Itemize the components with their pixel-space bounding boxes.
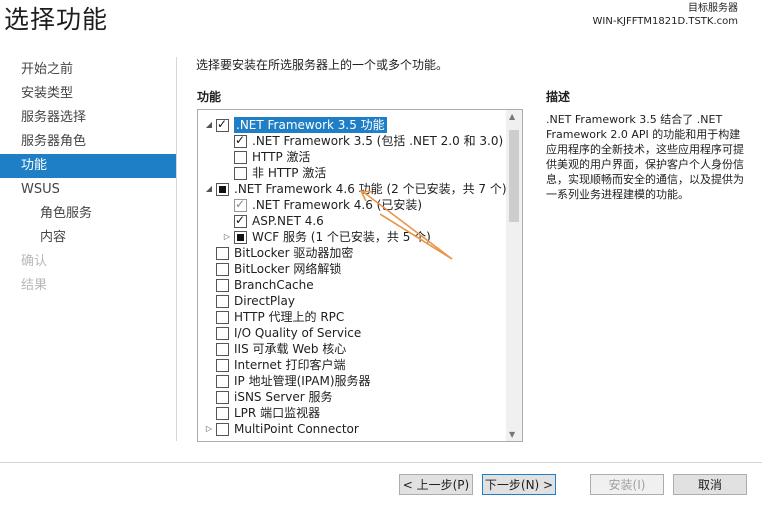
expanded-arrow-icon[interactable]: ◢ <box>202 117 216 133</box>
feature-row[interactable]: BitLocker 网络解锁 <box>202 261 341 277</box>
scroll-down-icon[interactable]: ▼ <box>509 430 515 439</box>
feature-label: Internet 打印客户端 <box>234 358 346 372</box>
features-heading: 功能 <box>197 90 222 104</box>
feature-checkbox[interactable] <box>216 326 229 340</box>
feature-row[interactable]: .NET Framework 4.6 (已安装) <box>220 196 423 213</box>
nav-item-role-services[interactable]: 角色服务 <box>0 202 176 226</box>
feature-label: HTTP 代理上的 RPC <box>234 310 345 324</box>
cancel-button[interactable]: 取消 <box>673 474 747 495</box>
feature-checkbox[interactable] <box>216 278 229 292</box>
feature-row[interactable]: BranchCache <box>202 277 314 293</box>
feature-label: BranchCache <box>234 278 314 292</box>
feature-checkbox[interactable] <box>216 342 229 356</box>
nav-item-server-roles[interactable]: 服务器角色 <box>0 130 176 154</box>
nav-item-wsus[interactable]: WSUS <box>0 178 176 202</box>
feature-label: LPR 端口监视器 <box>234 406 321 420</box>
scrollbar-thumb[interactable] <box>509 130 519 222</box>
feature-checkbox[interactable] <box>234 132 247 148</box>
feature-label: HTTP 激活 <box>252 150 311 164</box>
install-button[interactable]: 安装(I) <box>590 474 664 495</box>
feature-label: .NET Framework 4.6 (已安装) <box>252 198 423 212</box>
nav-item-results: 结果 <box>21 278 48 293</box>
feature-checkbox[interactable] <box>234 166 247 180</box>
nav-item-content[interactable]: 内容 <box>0 226 176 250</box>
feature-checkbox[interactable] <box>216 358 229 372</box>
feature-row[interactable]: IIS 可承载 Web 核心 <box>202 341 346 357</box>
feature-row[interactable]: I/O Quality of Service <box>202 325 361 341</box>
wizard-nav: 开始之前 安装类型 服务器选择 服务器角色 功能 WSUS 角色服务 内容 确认… <box>0 58 176 298</box>
prev-button[interactable]: < 上一步(P) <box>399 474 473 495</box>
feature-checkbox[interactable] <box>216 374 229 388</box>
feature-row[interactable]: 非 HTTP 激活 <box>220 165 326 181</box>
description-heading: 描述 <box>546 90 571 104</box>
feature-label: BitLocker 网络解锁 <box>234 262 342 276</box>
nav-item-server-selection[interactable]: 服务器选择 <box>0 106 176 130</box>
feature-label: ASP.NET 4.6 <box>252 214 324 228</box>
feature-checkbox[interactable] <box>216 310 229 324</box>
feature-checkbox[interactable] <box>234 150 247 164</box>
nav-item-installation-type[interactable]: 安装类型 <box>0 82 176 106</box>
feature-label: I/O Quality of Service <box>234 326 362 340</box>
feature-row[interactable]: BitLocker 驱动器加密 <box>202 245 353 261</box>
feature-row[interactable]: Internet 打印客户端 <box>202 357 345 373</box>
feature-checkbox[interactable] <box>216 246 229 260</box>
destination-server: 目标服务器 WIN-KJFFTM1821D.TSTK.com <box>593 2 738 28</box>
feature-label: BitLocker 驱动器加密 <box>234 246 354 260</box>
feature-checkbox[interactable] <box>234 230 247 244</box>
nav-item-before-you-begin[interactable]: 开始之前 <box>0 58 176 82</box>
next-button[interactable]: 下一步(N) > <box>482 474 556 495</box>
scroll-up-icon[interactable]: ▲ <box>509 112 515 121</box>
feature-description: .NET Framework 3.5 结合了 .NET Framework 2.… <box>546 113 744 201</box>
nav-item-confirmation: 确认 <box>21 254 48 269</box>
feature-checkbox[interactable] <box>234 196 247 212</box>
feature-row[interactable]: ◢ .NET Framework 3.5 功能 <box>202 116 387 133</box>
feature-row[interactable]: ASP.NET 4.6 <box>220 212 324 229</box>
feature-row[interactable]: .NET Framework 3.5 (包括 .NET 2.0 和 3.0) <box>220 132 504 149</box>
feature-label: .NET Framework 4.6 功能 (2 个已安装，共 7 个) <box>234 182 507 196</box>
features-scrollbar[interactable]: ▲ ▼ <box>506 110 522 441</box>
feature-row[interactable]: DirectPlay <box>202 293 295 309</box>
feature-label: 非 HTTP 激活 <box>252 166 327 180</box>
feature-label: WCF 服务 (1 个已安装，共 5 个) <box>252 230 431 244</box>
feature-label: MultiPoint Connector <box>234 422 359 436</box>
destination-server-name: WIN-KJFFTM1821D.TSTK.com <box>592 16 738 27</box>
feature-checkbox[interactable] <box>216 406 229 420</box>
feature-row[interactable]: ◢ .NET Framework 4.6 功能 (2 个已安装，共 7 个) <box>202 181 507 197</box>
feature-label: IP 地址管理(IPAM)服务器 <box>234 374 371 388</box>
feature-row[interactable]: ▷ WCF 服务 (1 个已安装，共 5 个) <box>220 229 431 245</box>
feature-checkbox[interactable] <box>216 262 229 276</box>
feature-checkbox[interactable] <box>216 390 229 404</box>
feature-label: .NET Framework 3.5 (包括 .NET 2.0 和 3.0) <box>252 134 504 148</box>
feature-row[interactable]: iSNS Server 服务 <box>202 389 333 405</box>
page-title: 选择功能 <box>4 5 109 34</box>
expanded-arrow-icon[interactable]: ◢ <box>202 181 216 197</box>
feature-checkbox[interactable] <box>216 116 229 132</box>
collapsed-arrow-icon[interactable]: ▷ <box>220 229 234 245</box>
feature-checkbox[interactable] <box>216 182 229 196</box>
nav-divider <box>176 57 177 441</box>
feature-checkbox[interactable] <box>234 212 247 228</box>
collapsed-arrow-icon[interactable]: ▷ <box>202 421 216 437</box>
features-tree[interactable]: ◢ .NET Framework 3.5 功能.NET Framework 3.5… <box>197 109 523 442</box>
destination-label: 目标服务器 <box>688 3 738 14</box>
feature-row[interactable]: ▷ MultiPoint Connector <box>202 421 359 437</box>
feature-row[interactable]: LPR 端口监视器 <box>202 405 320 421</box>
instruction-text: 选择要安装在所选服务器上的一个或多个功能。 <box>196 58 449 72</box>
feature-label: iSNS Server 服务 <box>234 390 333 404</box>
feature-label: IIS 可承载 Web 核心 <box>234 342 347 356</box>
nav-item-features[interactable]: 功能 <box>0 154 176 178</box>
feature-checkbox[interactable] <box>216 294 229 308</box>
footer-divider <box>0 462 762 463</box>
feature-row[interactable]: IP 地址管理(IPAM)服务器 <box>202 373 371 389</box>
feature-label: .NET Framework 3.5 功能 <box>234 117 387 133</box>
feature-row[interactable]: HTTP 激活 <box>220 149 311 165</box>
feature-checkbox[interactable] <box>216 422 229 436</box>
feature-row[interactable]: HTTP 代理上的 RPC <box>202 309 344 325</box>
feature-label: DirectPlay <box>234 294 295 308</box>
